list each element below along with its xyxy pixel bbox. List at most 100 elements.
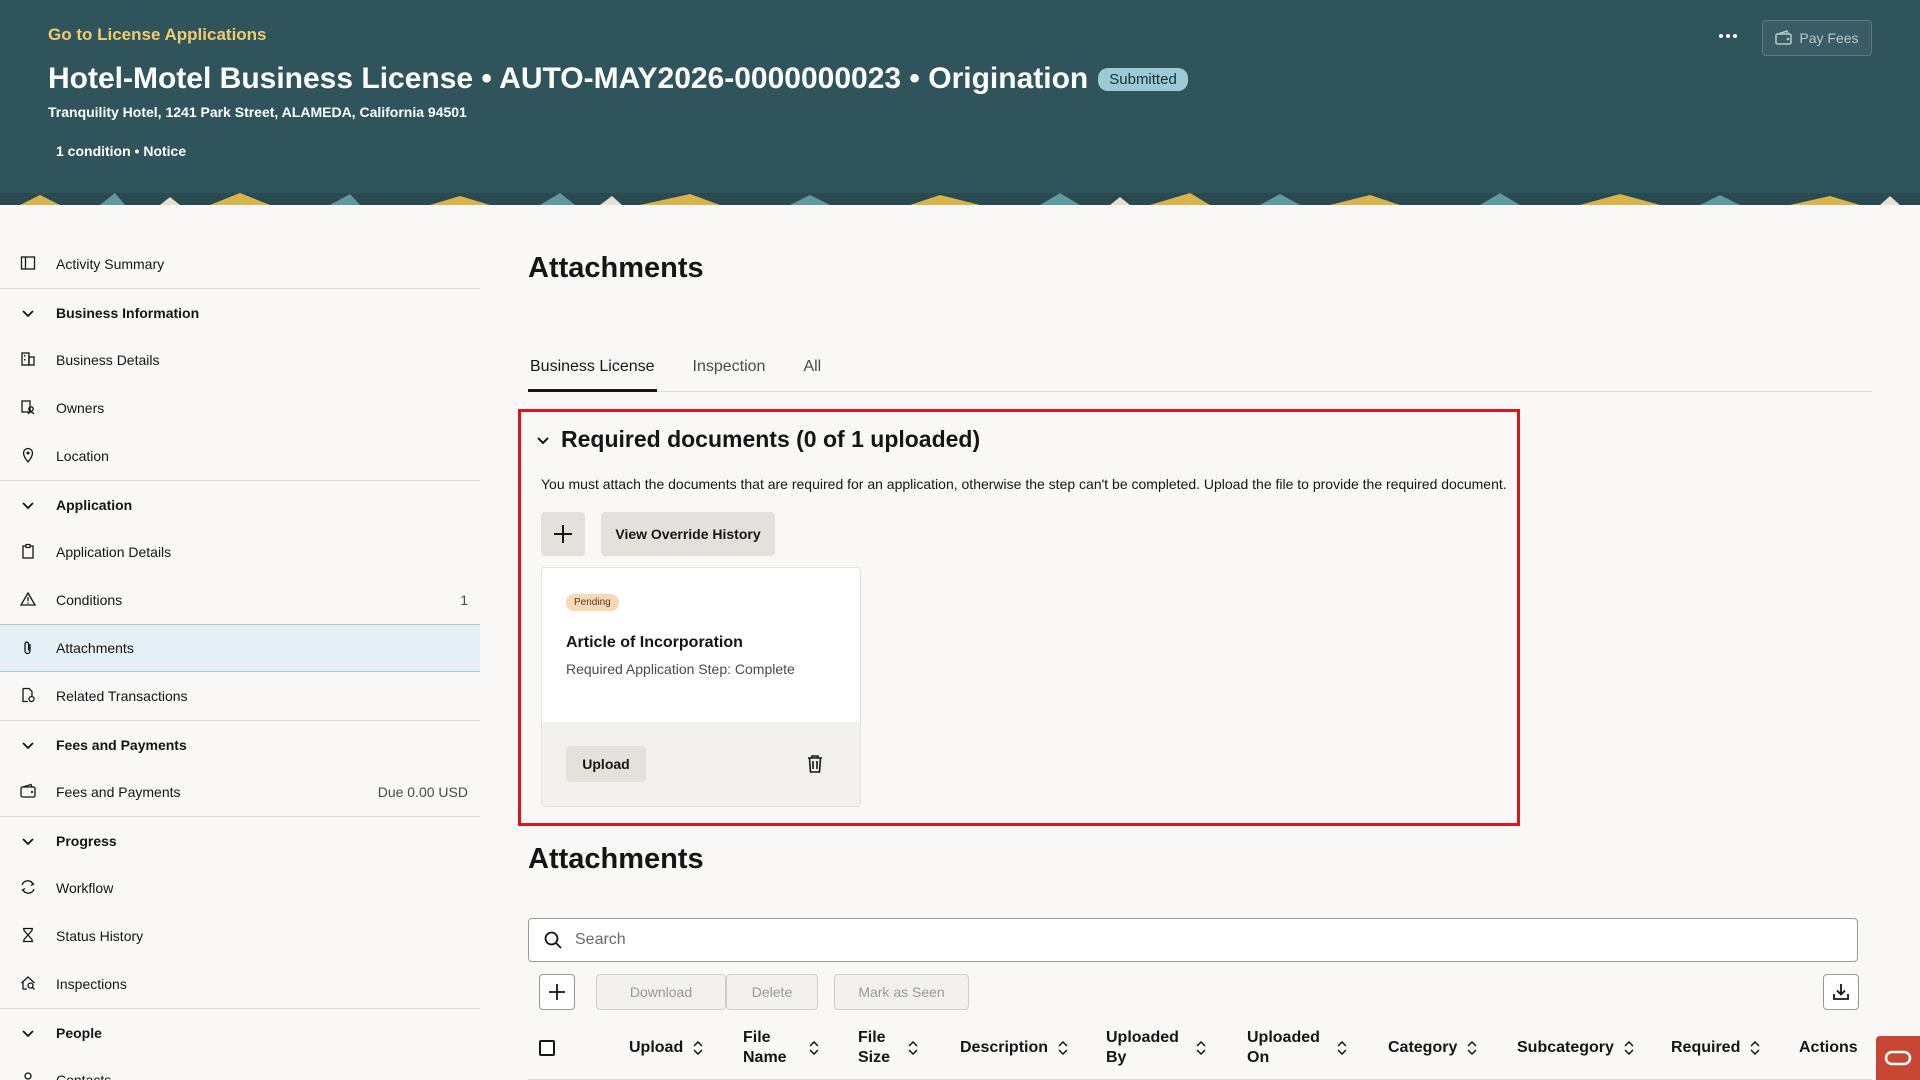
location-pin-icon xyxy=(22,447,34,463)
tab-all[interactable]: All xyxy=(801,350,823,392)
delete-button[interactable]: Delete xyxy=(726,974,818,1010)
sort-icon xyxy=(1467,1041,1477,1055)
sort-icon xyxy=(1196,1041,1206,1055)
plus-icon xyxy=(554,525,572,543)
sidebar-item-label: Fees and Payments xyxy=(56,784,181,800)
view-override-history-button[interactable]: View Override History xyxy=(601,512,775,556)
sidebar-item-label: Related Transactions xyxy=(56,688,188,704)
required-documents-toggle[interactable]: Required documents (0 of 1 uploaded) xyxy=(535,426,980,453)
warning-icon xyxy=(20,591,36,606)
attachments-search-input[interactable]: Search xyxy=(528,918,1858,962)
back-to-license-applications-link[interactable]: Go to License Applications xyxy=(48,25,267,45)
column-label: Uploaded By xyxy=(1106,1029,1179,1066)
column-label: File Size xyxy=(858,1029,891,1066)
dot-icon xyxy=(1733,34,1737,38)
sidebar-item-inspections[interactable]: Inspections xyxy=(0,960,480,1008)
sidebar-item-contacts[interactable]: Contacts xyxy=(0,1056,480,1080)
sidebar-section-application[interactable]: Application xyxy=(0,480,480,528)
sidebar-item-workflow[interactable]: Workflow xyxy=(0,864,480,912)
page-header: Go to License Applications Hotel-Motel B… xyxy=(0,0,1920,205)
sidebar-item-business-details[interactable]: Business Details xyxy=(0,336,480,384)
column-header-upload[interactable]: Upload xyxy=(629,1038,703,1058)
sidebar-item-fees-and-payments[interactable]: Fees and Payments Due 0.00 USD xyxy=(0,768,480,816)
sidebar-item-attachments[interactable]: Attachments xyxy=(0,624,480,672)
sidebar-item-label: Workflow xyxy=(56,880,114,896)
select-all-checkbox[interactable] xyxy=(539,1040,555,1056)
sort-icon xyxy=(693,1041,703,1055)
sidebar-section-label: Fees and Payments xyxy=(56,736,187,753)
sidebar-item-label: Application Details xyxy=(56,544,172,560)
sidebar-item-location[interactable]: Location xyxy=(0,432,480,480)
column-label: Category xyxy=(1388,1039,1458,1056)
column-header-description[interactable]: Description xyxy=(960,1038,1068,1058)
attachments-section-title: Attachments xyxy=(528,843,704,875)
chevron-down-icon xyxy=(22,310,34,318)
wallet-icon xyxy=(1775,30,1793,45)
search-icon xyxy=(544,931,562,949)
sidebar-section-people[interactable]: People xyxy=(0,1008,480,1056)
required-documents-title: Required documents (0 of 1 uploaded) xyxy=(561,426,981,452)
more-actions-button[interactable] xyxy=(1716,24,1740,48)
required-documents-panel: Required documents (0 of 1 uploaded) You… xyxy=(518,409,1520,826)
mark-as-seen-button[interactable]: Mark as Seen xyxy=(834,974,969,1010)
column-label: Upload xyxy=(629,1039,684,1056)
add-required-document-button[interactable] xyxy=(541,512,585,556)
sidebar-section-progress[interactable]: Progress xyxy=(0,816,480,864)
sort-icon xyxy=(1624,1041,1634,1055)
tab-inspection[interactable]: Inspection xyxy=(691,350,768,392)
upload-document-button[interactable]: Upload xyxy=(566,746,646,782)
chevron-down-icon xyxy=(22,1030,34,1038)
sort-icon xyxy=(1337,1041,1347,1055)
sidebar-section-label: People xyxy=(56,1024,102,1041)
required-document-card: Pending Article of Incorporation Require… xyxy=(541,567,861,807)
sidebar-item-related-transactions[interactable]: Related Transactions xyxy=(0,672,480,720)
column-header-uploaded-by[interactable]: Uploaded By xyxy=(1106,1028,1206,1068)
title-row: Hotel-Motel Business License • AUTO-MAY2… xyxy=(48,62,1188,96)
sidebar-item-conditions[interactable]: Conditions 1 xyxy=(0,576,480,624)
plus-icon xyxy=(549,984,565,1000)
oracle-assistant-button[interactable] xyxy=(1876,1036,1920,1080)
sidebar-nav: Activity Summary Business Information Bu… xyxy=(0,240,480,1080)
conditions-summary-link[interactable]: 1 condition • Notice xyxy=(56,143,186,159)
sort-icon xyxy=(1750,1041,1760,1055)
document-card-footer: Upload xyxy=(542,722,860,806)
wallet-icon xyxy=(20,783,36,798)
sort-icon xyxy=(809,1041,819,1055)
sidebar-item-label: Inspections xyxy=(56,976,127,992)
sidebar-item-status-history[interactable]: Status History xyxy=(0,912,480,960)
search-placeholder: Search xyxy=(575,931,626,948)
column-label: File Name xyxy=(743,1029,787,1066)
column-header-file-name[interactable]: File Name xyxy=(743,1028,819,1068)
pay-fees-label: Pay Fees xyxy=(1799,30,1859,46)
column-header-subcategory[interactable]: Subcategory xyxy=(1517,1038,1634,1058)
tab-business-license[interactable]: Business License xyxy=(528,350,657,392)
delete-document-button[interactable] xyxy=(806,754,824,779)
pay-fees-button[interactable]: Pay Fees xyxy=(1762,20,1872,56)
export-button[interactable] xyxy=(1823,974,1859,1010)
sidebar-item-activity-summary[interactable]: Activity Summary xyxy=(0,240,480,288)
sort-icon xyxy=(908,1041,918,1055)
sidebar-section-business-information[interactable]: Business Information xyxy=(0,288,480,336)
download-icon xyxy=(1833,984,1849,1000)
sidebar-item-label: Attachments xyxy=(56,640,134,656)
sidebar-item-label: Contacts xyxy=(56,1072,112,1080)
column-header-category[interactable]: Category xyxy=(1388,1038,1477,1058)
status-badge: Submitted xyxy=(1098,67,1188,91)
sidebar-item-owners[interactable]: Owners xyxy=(0,384,480,432)
sidebar-section-fees-and-payments[interactable]: Fees and Payments xyxy=(0,720,480,768)
sidebar-section-label: Application xyxy=(56,496,133,513)
column-header-file-size[interactable]: File Size xyxy=(858,1028,918,1068)
chevron-down-icon xyxy=(22,838,34,846)
sidebar-item-application-details[interactable]: Application Details xyxy=(0,528,480,576)
document-name: Article of Incorporation xyxy=(566,634,743,651)
download-button[interactable]: Download xyxy=(596,974,726,1010)
sidebar-item-label: Activity Summary xyxy=(56,256,165,272)
column-header-required[interactable]: Required xyxy=(1671,1038,1760,1058)
trash-icon xyxy=(808,755,822,773)
sidebar-section-label: Business Information xyxy=(56,304,200,321)
column-header-uploaded-on[interactable]: Uploaded On xyxy=(1247,1028,1347,1068)
building-icon xyxy=(21,352,35,366)
panel-icon xyxy=(20,256,36,270)
add-attachment-button[interactable] xyxy=(539,974,575,1010)
sidebar-item-label: Location xyxy=(56,448,109,464)
